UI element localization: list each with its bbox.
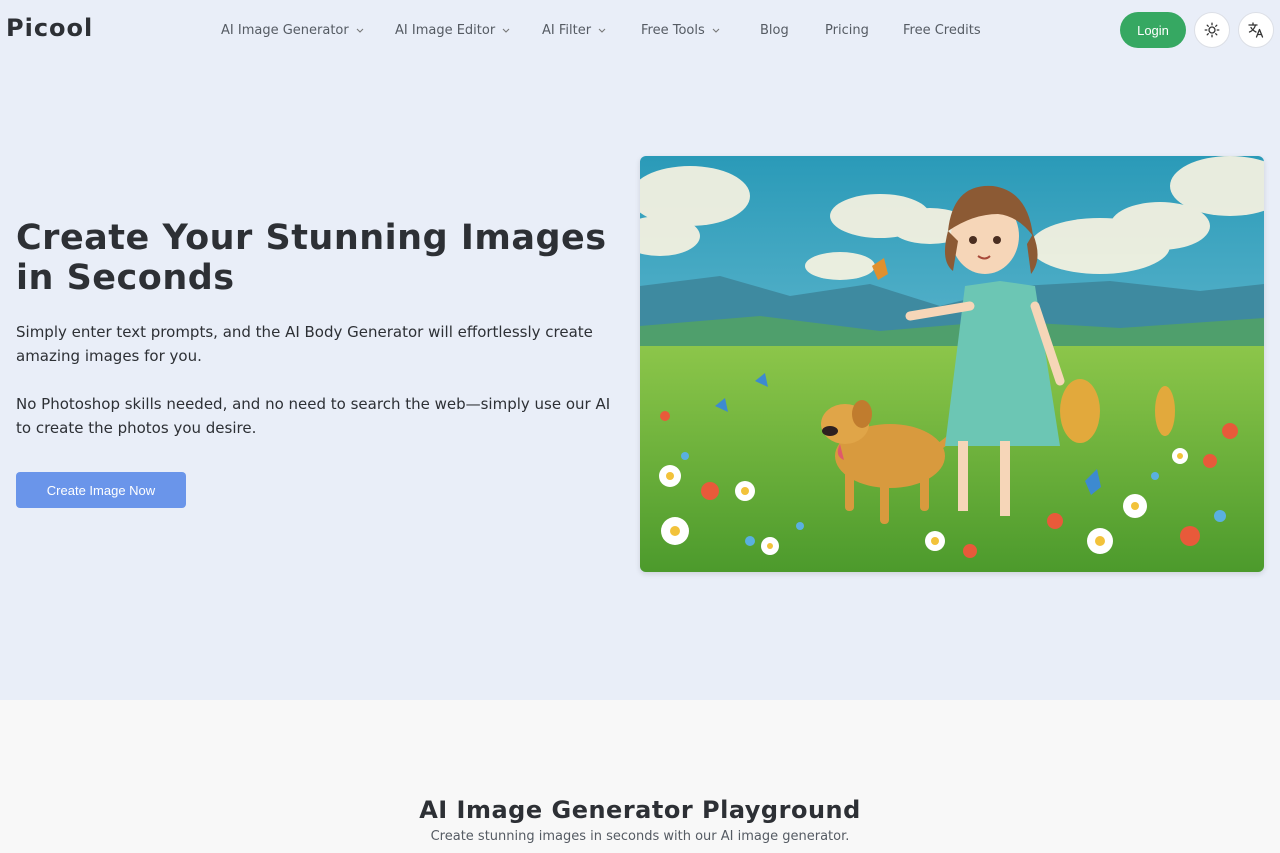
chevron-down-icon [598, 28, 606, 33]
nav-item-blog[interactable]: Blog [760, 20, 789, 40]
playground-title: AI Image Generator Playground [419, 796, 861, 824]
nav-item-free-credits[interactable]: Free Credits [903, 20, 981, 40]
hero-description-secondary: No Photoshop skills needed, and no need … [16, 395, 611, 437]
nav-item-ai-image-editor[interactable]: AI Image Editor [395, 20, 511, 40]
sun-icon [1204, 22, 1220, 38]
nav-item-label: AI Image Editor [395, 22, 496, 38]
chevron-down-icon [712, 28, 720, 33]
meadow-illustration [640, 156, 1264, 572]
hero-illustration [640, 156, 1264, 572]
chevron-down-icon [356, 28, 364, 33]
hero-title: Create Your Stunning Images in Seconds [16, 218, 607, 298]
translate-icon [1248, 22, 1264, 38]
hero-description: Simply enter text prompts, and the AI Bo… [16, 323, 593, 365]
nav-item-label: Blog [760, 22, 789, 38]
nav-item-free-tools[interactable]: Free Tools [641, 20, 721, 40]
nav-item-label: AI Filter [542, 22, 592, 38]
language-button[interactable] [1238, 12, 1274, 48]
nav-item-ai-filter[interactable]: AI Filter [542, 20, 607, 40]
chevron-down-icon [502, 28, 510, 33]
nav-item-pricing[interactable]: Pricing [825, 20, 869, 40]
theme-toggle-button[interactable] [1194, 12, 1230, 48]
playground-subtitle: Create stunning images in seconds with o… [430, 829, 850, 844]
nav-item-label: Free Credits [903, 22, 981, 38]
nav-item-label: Pricing [825, 22, 869, 38]
create-image-now-button[interactable]: Create Image Now [16, 472, 186, 508]
nav-item-label: Free Tools [641, 22, 705, 38]
brand-logo[interactable]: Picool [6, 14, 93, 42]
nav-item-label: AI Image Generator [221, 22, 349, 38]
login-button[interactable]: Login [1120, 12, 1186, 48]
nav-item-ai-image-generator[interactable]: AI Image Generator [221, 20, 365, 40]
top-nav: Picool AI Image Generator AI Image Edito… [0, 0, 1280, 60]
